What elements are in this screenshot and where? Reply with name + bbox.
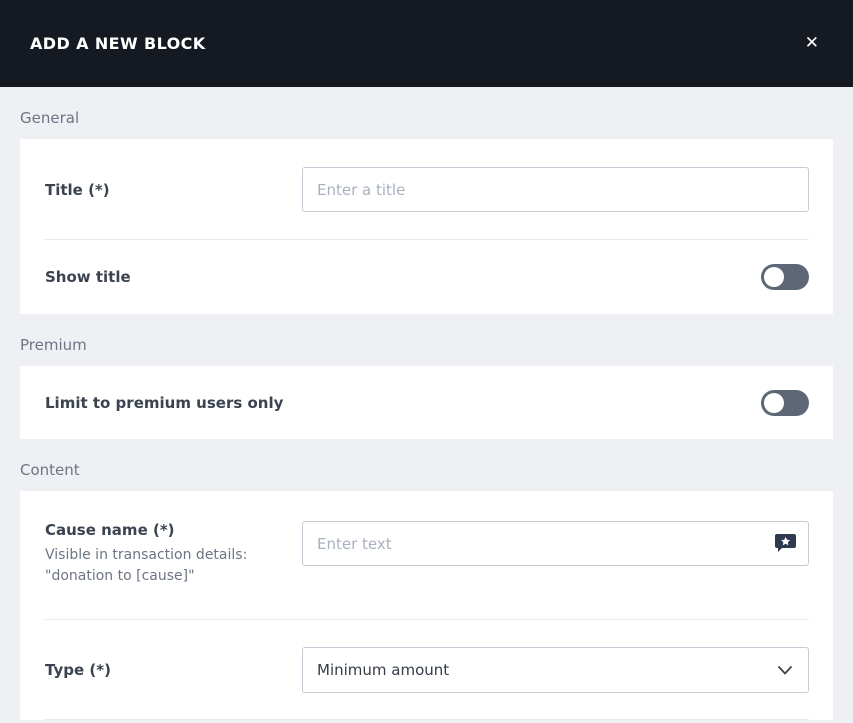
divider bbox=[45, 719, 809, 720]
cause-input-col bbox=[302, 521, 809, 566]
title-input-col bbox=[302, 167, 809, 212]
cause-name-input[interactable] bbox=[302, 521, 809, 566]
premium-card: Limit to premium users only bbox=[20, 366, 833, 439]
modal-title: ADD A NEW BLOCK bbox=[30, 34, 206, 53]
show-title-row: Show title bbox=[45, 240, 809, 314]
title-input[interactable] bbox=[302, 167, 809, 212]
cause-caption-line2: "donation to [cause]" bbox=[45, 568, 195, 584]
toggle-knob bbox=[764, 267, 784, 287]
general-card: Title (*) Show title bbox=[20, 139, 833, 314]
cause-name-row: Cause name (*) Visible in transaction de… bbox=[45, 491, 809, 619]
show-title-toggle[interactable] bbox=[761, 264, 809, 290]
type-label: Type (*) bbox=[45, 661, 111, 679]
toggle-knob bbox=[764, 392, 784, 413]
cause-name-label: Cause name (*) bbox=[45, 521, 175, 539]
cause-name-caption: Visible in transaction details: "donatio… bbox=[45, 545, 286, 587]
title-field-row: Title (*) bbox=[45, 139, 809, 239]
show-title-label: Show title bbox=[45, 268, 131, 286]
cause-name-label-col: Cause name (*) Visible in transaction de… bbox=[45, 521, 302, 587]
type-row: Type (*) Minimum amount bbox=[45, 620, 809, 719]
title-field-label: Title (*) bbox=[45, 180, 110, 199]
type-label-col: Type (*) bbox=[45, 661, 302, 679]
close-icon[interactable]: ✕ bbox=[801, 31, 823, 56]
modal-header: ADD A NEW BLOCK ✕ bbox=[0, 0, 853, 87]
premium-limit-row: Limit to premium users only bbox=[45, 366, 809, 439]
cause-caption-line1: Visible in transaction details: bbox=[45, 547, 248, 563]
type-select-value: Minimum amount bbox=[317, 661, 450, 679]
chevron-down-icon bbox=[778, 665, 792, 674]
title-field-label-col: Title (*) bbox=[45, 181, 302, 199]
section-label-premium: Premium bbox=[20, 336, 87, 354]
type-select[interactable]: Minimum amount bbox=[302, 647, 809, 693]
type-select-col: Minimum amount bbox=[302, 647, 809, 693]
content-card: Cause name (*) Visible in transaction de… bbox=[20, 491, 833, 720]
translate-bubble-icon[interactable] bbox=[773, 531, 798, 556]
section-label-content: Content bbox=[20, 461, 80, 479]
section-label-general: General bbox=[20, 109, 80, 127]
premium-limit-label: Limit to premium users only bbox=[45, 393, 284, 412]
premium-limit-toggle[interactable] bbox=[761, 389, 809, 416]
add-block-modal: ADD A NEW BLOCK ✕ General Title (*) Show… bbox=[0, 0, 853, 723]
